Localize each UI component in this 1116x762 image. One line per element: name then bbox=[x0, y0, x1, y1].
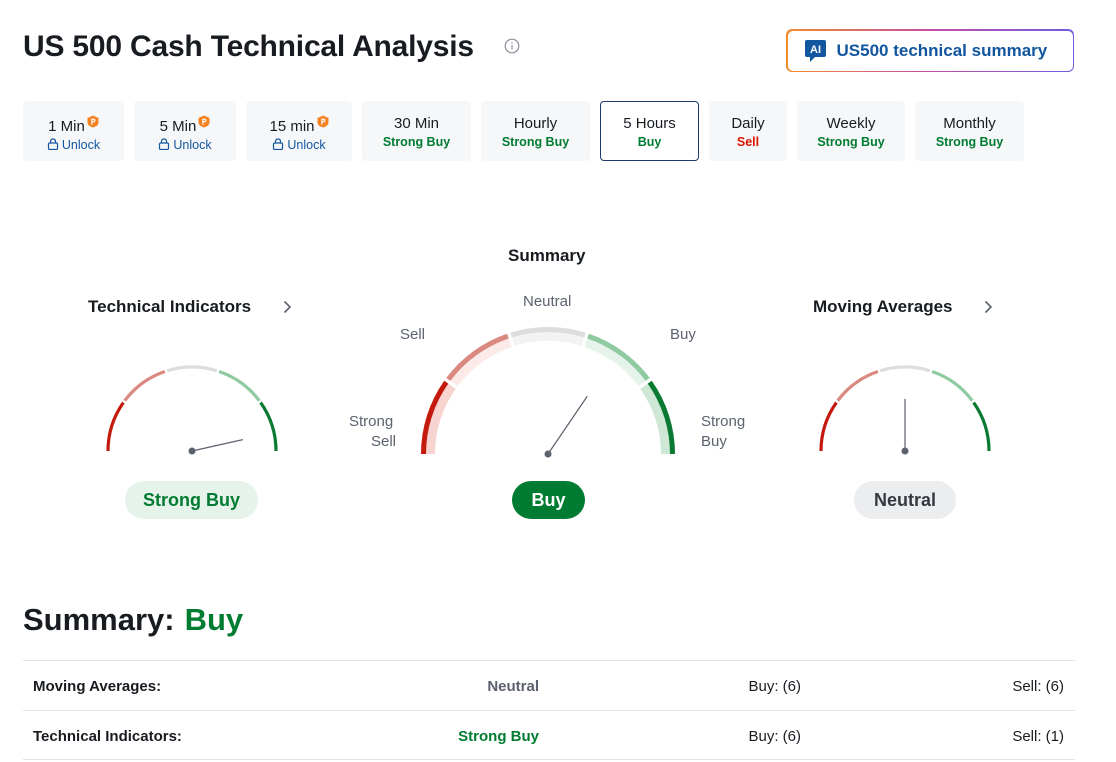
tab-hourly[interactable]: Hourly Strong Buy bbox=[481, 101, 590, 161]
gauge-segment-strong-sell bbox=[819, 401, 838, 452]
tab-5-min[interactable]: 5 Min Unlock bbox=[134, 101, 236, 161]
tab-status: Buy bbox=[637, 135, 662, 149]
row-buy-count: Buy: (6) bbox=[748, 678, 801, 695]
row-value: Neutral bbox=[487, 678, 539, 695]
tab-5-hours[interactable]: 5 Hours Buy bbox=[600, 101, 699, 161]
summary-gauge-title: Summary bbox=[508, 246, 586, 265]
gauge-segment-strong-buy bbox=[972, 401, 991, 452]
tab-label: 5 Min bbox=[159, 118, 197, 135]
table-row: Technical Indicators: Strong Buy Buy: (6… bbox=[23, 710, 1075, 760]
technical-indicators-gauge bbox=[106, 365, 278, 455]
gauge-segment-strong-buy bbox=[259, 401, 278, 452]
tab-status: Sell bbox=[736, 135, 760, 149]
table-row: Moving Averages: Neutral Buy: (6) Sell: … bbox=[23, 660, 1075, 710]
gauge-needle bbox=[191, 439, 243, 452]
tab-status: Unlock bbox=[173, 138, 212, 152]
ai-badge-text: AI bbox=[810, 44, 821, 56]
gauge-label-strong-buy: Strong bbox=[701, 413, 746, 430]
lock-icon bbox=[47, 138, 58, 151]
pro-badge-icon bbox=[87, 115, 99, 128]
gauge-segment-sell bbox=[123, 369, 166, 402]
chevron-right-icon[interactable] bbox=[983, 300, 993, 314]
gauge-segment-sell bbox=[836, 369, 879, 402]
tab-label: 5 Hours bbox=[623, 115, 676, 132]
tab-monthly[interactable]: Monthly Strong Buy bbox=[915, 101, 1024, 161]
row-sell-count: Sell: (1) bbox=[1012, 728, 1064, 745]
technical-indicators-title[interactable]: Technical Indicators bbox=[88, 297, 251, 317]
tab-status: Unlock bbox=[287, 138, 326, 152]
tab-label: Daily bbox=[731, 115, 765, 132]
gauge-needle-hub bbox=[188, 447, 196, 455]
tab-1-min[interactable]: 1 Min Unlock bbox=[23, 101, 124, 161]
tab-status: Strong Buy bbox=[501, 135, 570, 149]
chevron-right-icon[interactable] bbox=[282, 300, 292, 314]
gauge-needle-hub bbox=[544, 450, 552, 458]
moving-averages-value: Neutral bbox=[854, 481, 956, 519]
lock-icon bbox=[159, 138, 170, 151]
summary-heading-label: Summary: bbox=[23, 602, 175, 637]
tab-30-min[interactable]: 30 Min Strong Buy bbox=[362, 101, 471, 161]
tab-label: Hourly bbox=[513, 115, 558, 132]
summary-gauge bbox=[421, 327, 675, 458]
ai-technical-summary-button[interactable]: AI US500 technical summary bbox=[786, 29, 1074, 72]
row-buy-count: Buy: (6) bbox=[748, 728, 801, 745]
tab-label: 30 Min bbox=[393, 115, 440, 132]
summary-gauge-value: Buy bbox=[512, 481, 585, 519]
moving-averages-gauge bbox=[819, 365, 991, 455]
page-title: US 500 Cash Technical Analysis bbox=[23, 30, 474, 63]
summary-heading: Summary: Buy bbox=[23, 602, 243, 638]
tab-status: Strong Buy bbox=[817, 135, 885, 149]
row-sell-count: Sell: (6) bbox=[1012, 678, 1064, 695]
gauge-label-strong-sell: Strong bbox=[349, 413, 394, 430]
gauge-segment-buy bbox=[931, 369, 974, 402]
tab-daily[interactable]: Daily Sell bbox=[709, 101, 787, 161]
gauge-label-neutral: Neutral bbox=[523, 293, 572, 310]
info-icon[interactable] bbox=[504, 38, 520, 54]
tab-label: 15 min bbox=[269, 118, 315, 135]
lock-icon bbox=[273, 138, 284, 151]
tab-label: Weekly bbox=[826, 115, 876, 132]
pro-badge-icon bbox=[198, 115, 210, 128]
gauge-segment-fill-sell bbox=[446, 333, 512, 387]
gauge-segment-fill-buy bbox=[584, 333, 650, 387]
tab-status: Unlock bbox=[61, 138, 101, 152]
gauge-segment-neutral bbox=[166, 365, 218, 373]
moving-averages-title[interactable]: Moving Averages bbox=[813, 297, 953, 317]
tab-15-min[interactable]: 15 min Unlock bbox=[246, 101, 352, 161]
gauge-segment-neutral bbox=[879, 365, 931, 373]
tab-status: Strong Buy bbox=[935, 135, 1004, 149]
gauge-needle-hub bbox=[901, 447, 909, 455]
row-label: Technical Indicators: bbox=[33, 728, 182, 745]
pro-badge-icon bbox=[317, 115, 329, 128]
gauge-segment-buy bbox=[218, 369, 261, 402]
summary-table: Moving Averages: Neutral Buy: (6) Sell: … bbox=[23, 660, 1075, 760]
gauge-label-strong-sell-line2: Sell bbox=[371, 433, 397, 450]
row-value: Strong Buy bbox=[458, 728, 539, 745]
summary-heading-value: Buy bbox=[184, 602, 244, 637]
ai-button-label: US500 technical summary bbox=[836, 40, 1048, 60]
gauge-segment-strong-sell bbox=[106, 401, 125, 452]
gauge-label-strong-buy-line2: Buy bbox=[701, 433, 727, 450]
tab-weekly[interactable]: Weekly Strong Buy bbox=[797, 101, 905, 161]
tab-status: Strong Buy bbox=[382, 135, 451, 149]
technical-indicators-value: Strong Buy bbox=[125, 481, 258, 519]
tab-label: Monthly bbox=[943, 115, 996, 132]
ai-chat-icon: AI bbox=[804, 39, 826, 62]
gauge-needle bbox=[547, 395, 588, 455]
row-label: Moving Averages: bbox=[33, 678, 162, 695]
tab-label: 1 Min bbox=[48, 118, 85, 135]
